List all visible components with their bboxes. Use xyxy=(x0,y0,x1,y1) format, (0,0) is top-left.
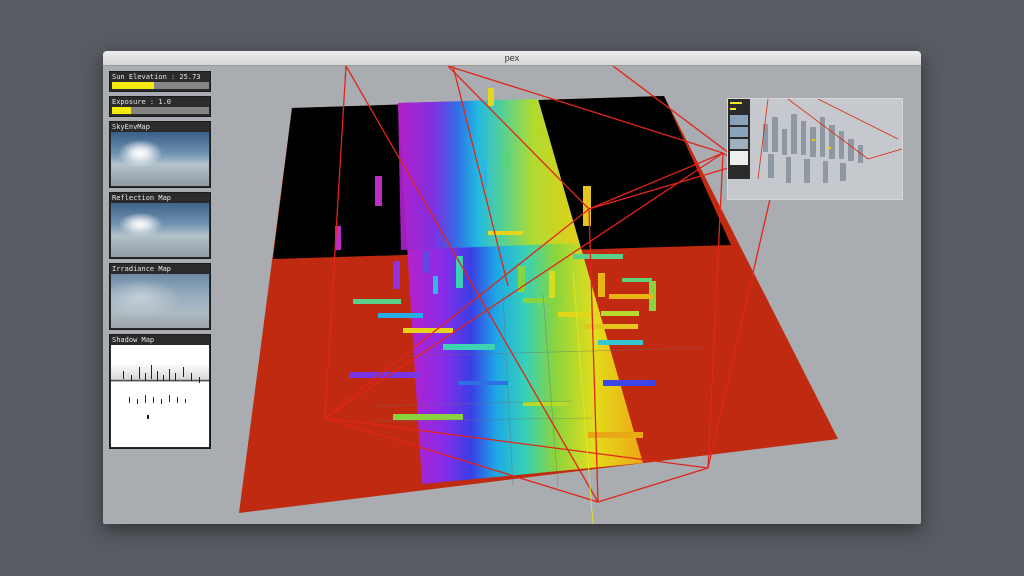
reflection-map-label: Reflection Map xyxy=(112,194,172,202)
reflection-map-panel: Reflection Map xyxy=(109,192,211,259)
gui-panel: Sun Elevation : 25.73 Exposure : 1.0 Sky… xyxy=(109,71,211,453)
sky-env-map-texture xyxy=(111,132,209,186)
reflection-map-texture xyxy=(111,203,209,257)
exposure-label: Exposure : 1.0 xyxy=(112,98,172,106)
irradiance-map-texture xyxy=(111,274,209,328)
sun-elevation-fill xyxy=(112,82,154,89)
3d-viewport[interactable]: Sun Elevation : 25.73 Exposure : 1.0 Sky… xyxy=(103,66,921,524)
exposure-slider[interactable]: Exposure : 1.0 xyxy=(109,96,211,117)
irradiance-map-label: Irradiance Map xyxy=(112,265,172,273)
preview-thumbnail[interactable] xyxy=(727,98,903,200)
sun-elevation-label: Sun Elevation : 25.73 xyxy=(112,73,201,81)
sky-env-map-label: SkyEnvMap xyxy=(112,123,150,131)
shadow-map-panel: Shadow Map xyxy=(109,334,211,449)
app-window: pex Sun Elevation: 25.73 Exposure: 1.0… xyxy=(103,51,921,524)
window-title: pex xyxy=(103,51,921,66)
sky-env-map-panel: SkyEnvMap xyxy=(109,121,211,188)
exposure-track[interactable] xyxy=(112,107,209,114)
sun-elevation-slider[interactable]: Sun Elevation : 25.73 xyxy=(109,71,211,92)
sun-elevation-track[interactable] xyxy=(112,82,209,89)
shadow-map-label: Shadow Map xyxy=(112,336,155,344)
exposure-fill xyxy=(112,107,132,114)
irradiance-map-panel: Irradiance Map xyxy=(109,263,211,330)
shadow-map-texture xyxy=(111,345,209,447)
